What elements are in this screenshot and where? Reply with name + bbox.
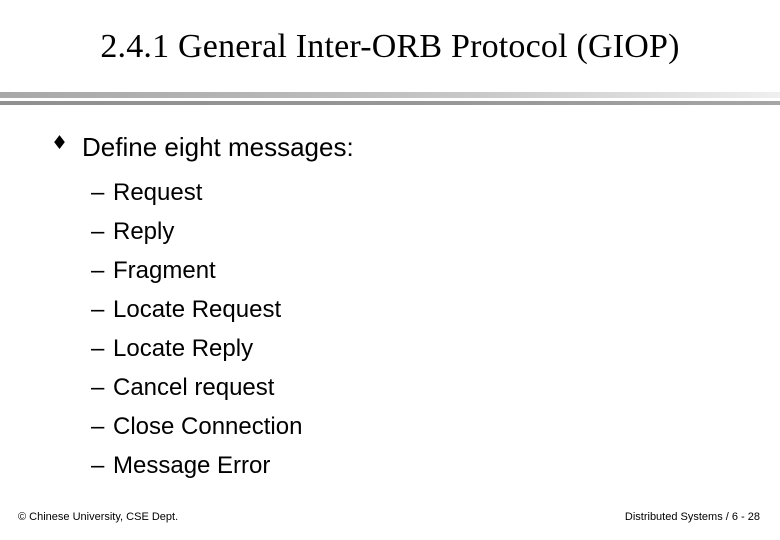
list-item-label: Fragment	[113, 257, 216, 284]
title-divider	[0, 91, 780, 106]
list-item: – Reply	[0, 212, 780, 251]
divider-rule-dark	[0, 101, 780, 105]
dash-bullet-icon: –	[91, 452, 105, 479]
dash-bullet-icon: –	[91, 257, 105, 284]
dash-bullet-icon: –	[91, 413, 105, 440]
list-item: – Message Error	[0, 446, 780, 485]
dash-bullet-icon: –	[91, 218, 105, 245]
footer-copyright: © Chinese University, CSE Dept.	[18, 511, 179, 523]
list-item-label: Locate Reply	[113, 335, 254, 362]
list-item-label: Message Error	[113, 452, 271, 479]
slide: 2.4.1 General Inter-ORB Protocol (GIOP) …	[0, 0, 780, 540]
list-item: – Locate Reply	[0, 329, 780, 368]
list-item: – Request	[0, 173, 780, 212]
list-item-label: Locate Request	[113, 296, 282, 323]
list-item-label: Cancel request	[113, 374, 275, 401]
list-item-label: Request	[113, 179, 203, 206]
heading-bullet-item: ♦ Define eight messages:	[0, 130, 780, 164]
page-title: 2.4.1 General Inter-ORB Protocol (GIOP)	[100, 28, 680, 65]
list-item-label: Close Connection	[113, 413, 303, 440]
slide-content: ♦ Define eight messages: – Request – Rep…	[0, 130, 780, 479]
dash-bullet-icon: –	[91, 374, 105, 401]
dash-bullet-icon: –	[91, 179, 105, 206]
list-item-label: Reply	[113, 218, 175, 245]
heading-bullet-label: Define eight messages:	[82, 132, 354, 162]
list-item: – Locate Request	[0, 290, 780, 329]
dash-bullet-icon: –	[91, 335, 105, 362]
message-list: – Request – Reply – Fragment – Locate Re…	[0, 173, 780, 485]
list-item: – Cancel request	[0, 368, 780, 407]
list-item: – Fragment	[0, 251, 780, 290]
dash-bullet-icon: –	[91, 296, 105, 323]
footer-course-page: Distributed Systems / 6 - 28	[624, 511, 760, 523]
diamond-bullet-icon: ♦	[51, 132, 69, 154]
list-item: – Close Connection	[0, 407, 780, 446]
